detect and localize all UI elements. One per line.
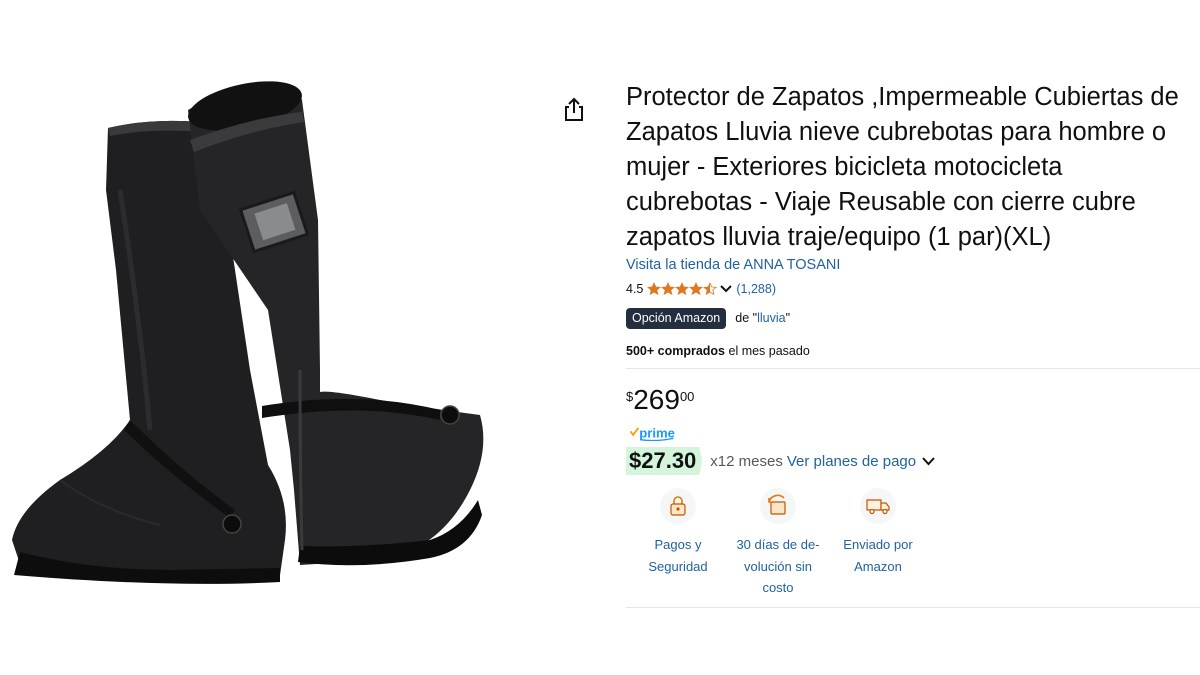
feature-secure-payment[interactable]: Pagos y Seguridad xyxy=(628,488,728,599)
choice-suffix: " xyxy=(785,311,791,325)
feature-icons-row: Pagos y Seguridad 30 días de de-volución… xyxy=(628,488,1200,599)
price-whole: 269 xyxy=(633,384,680,415)
product-info: Protector de Zapatos ,Impermeable Cubier… xyxy=(626,80,1200,608)
installment-row: $27.30 x12 meses Ver planes de pago xyxy=(626,446,1200,476)
choice-prefix: de " xyxy=(735,311,758,325)
price: $ 269 00 xyxy=(626,385,1200,419)
secure-payment-icon xyxy=(660,488,696,524)
bought-count-rest: el mes pasado xyxy=(725,344,810,358)
choice-keyword-text: de "lluvia" xyxy=(735,311,790,325)
bought-count-bold: 500+ comprados xyxy=(626,344,726,358)
feature-label: Enviado por Amazon xyxy=(843,537,913,574)
price-fraction: 00 xyxy=(679,389,695,404)
payment-plans-link[interactable]: Ver planes de pago xyxy=(787,453,916,470)
feature-returns[interactable]: 30 días de de-volución sin costo xyxy=(728,488,828,599)
star-icon xyxy=(647,282,662,296)
return-icon xyxy=(760,488,796,524)
feature-label: 30 días de de-volución sin costo xyxy=(736,537,820,595)
chevron-down-icon[interactable] xyxy=(720,285,733,293)
feature-label: Pagos y Seguridad xyxy=(648,537,708,574)
amazon-choice-badge[interactable]: Opción Amazon xyxy=(626,307,727,329)
share-button[interactable] xyxy=(561,96,587,124)
star-icon xyxy=(675,282,690,296)
installment-amount: $27.30 xyxy=(626,447,703,475)
rating-count-link[interactable]: (1,288) xyxy=(736,282,776,296)
star-icon xyxy=(703,282,718,296)
feature-shipped-by-amazon[interactable]: Enviado por Amazon xyxy=(828,488,928,599)
share-icon xyxy=(565,97,583,121)
prime-logo: prime xyxy=(629,426,675,442)
chevron-down-icon[interactable] xyxy=(922,456,935,466)
delivery-truck-icon xyxy=(860,488,896,524)
rating-row: 4.5 (1,288) xyxy=(626,279,1200,299)
amazon-choice-row: Opción Amazon de "lluvia" xyxy=(626,307,1200,329)
star-rating[interactable] xyxy=(647,282,718,296)
store-link[interactable]: Visita la tienda de ANNA TOSANI xyxy=(626,255,1200,275)
product-title: Protector de Zapatos ,Impermeable Cubier… xyxy=(626,83,1179,251)
choice-keyword-link[interactable]: lluvia xyxy=(757,311,786,325)
star-icon xyxy=(689,282,704,296)
product-image[interactable] xyxy=(0,70,540,610)
divider xyxy=(626,606,1200,608)
star-icon xyxy=(661,282,676,296)
divider xyxy=(626,368,1200,369)
rating-value: 4.5 xyxy=(626,282,644,296)
price-symbol: $ xyxy=(626,389,634,404)
bought-count: 500+ comprados el mes pasado xyxy=(626,344,1200,358)
installment-months: x12 meses xyxy=(710,452,783,470)
